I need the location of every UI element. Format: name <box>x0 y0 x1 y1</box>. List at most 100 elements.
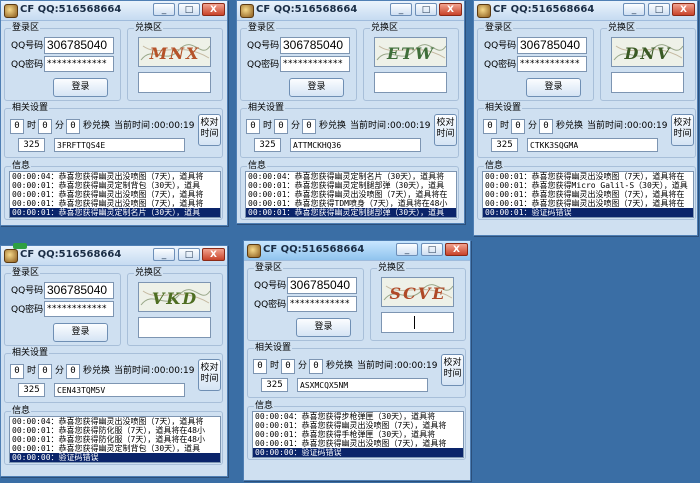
title-bar[interactable]: CF QQ:516568664 _ □ X <box>1 1 227 21</box>
log-line[interactable]: 00:00:04：恭喜您获得幽灵定制名片（30天），道具将 <box>246 172 456 181</box>
info-log[interactable]: 00:00:04：恭喜您获得幽灵出没喷图（7天），道具将 00:00:01：恭喜您… <box>9 416 221 463</box>
minute-input[interactable]: 0 <box>274 119 288 134</box>
minute-input[interactable]: 0 <box>38 364 52 379</box>
maximize-button[interactable]: □ <box>178 3 200 16</box>
log-line[interactable]: 00:00:01：恭喜您获得幽灵定制背包（30天），道具 <box>10 181 220 190</box>
captcha-input[interactable] <box>374 72 447 93</box>
log-line[interactable]: 00:00:01：恭喜您获得幽灵出没喷图（7天），道具将 <box>253 439 463 448</box>
close-button[interactable]: X <box>202 3 225 16</box>
info-log[interactable]: 00:00:04：恭喜您获得幽灵出没喷图（7天），道具将 00:00:01：恭喜您… <box>9 171 221 218</box>
minute-input[interactable]: 0 <box>281 359 295 374</box>
code-input[interactable]: CEN43TQM5V <box>54 383 185 397</box>
captcha-input[interactable] <box>381 312 454 333</box>
counter-input[interactable]: 325 <box>18 138 45 152</box>
log-line[interactable]: 00:00:01：恭喜您获得幽灵出没喷图（7天），道具将 <box>10 199 220 208</box>
maximize-button[interactable]: □ <box>648 3 670 16</box>
sync-time-button[interactable]: 校对时间 <box>671 114 694 146</box>
minimize-button[interactable]: _ <box>390 3 412 16</box>
log-line[interactable]: 00:00:01：恭喜您获得TDM喷身（7天），道具将在48小 <box>246 199 456 208</box>
log-line[interactable]: 00:00:01：恭喜您获得幽灵定制名片（30天），道具 <box>10 208 220 217</box>
second-input[interactable]: 0 <box>66 364 80 379</box>
second-input[interactable]: 0 <box>539 119 553 134</box>
code-input[interactable]: ASXMCQX5NM <box>297 378 428 392</box>
log-line[interactable]: 00:00:01：恭喜您获得幽灵定制背包（30天），道具 <box>10 444 220 453</box>
log-line[interactable]: 00:00:04：恭喜您获得步枪弹匣（30天），道具将 <box>253 412 463 421</box>
close-button[interactable]: X <box>672 3 695 16</box>
minimize-button[interactable]: _ <box>153 248 175 261</box>
minute-input[interactable]: 0 <box>38 119 52 134</box>
sync-time-button[interactable]: 校对时间 <box>434 114 457 146</box>
sync-time-button[interactable]: 校对时间 <box>441 354 464 386</box>
log-line[interactable]: 00:00:01：恭喜您获得幽灵出没喷图（7天），道具将 <box>253 421 463 430</box>
log-line[interactable]: 00:00:01：恭喜您获得幽灵定制腿部弹（30天），道具 <box>246 208 456 217</box>
log-line[interactable]: 00:00:01：恭喜您获得防化服（7天），道具将在48小 <box>10 426 220 435</box>
sync-time-button[interactable]: 校对时间 <box>198 359 221 391</box>
login-button[interactable]: 登录 <box>526 78 581 97</box>
log-line[interactable]: 00:00:00：验证码错误 <box>10 453 220 462</box>
second-input[interactable]: 0 <box>302 119 316 134</box>
qq-password-input[interactable]: ************ <box>287 296 357 312</box>
title-bar[interactable]: CF QQ:516568664 _ □ X <box>474 1 697 21</box>
log-line[interactable]: 00:00:04：恭喜您获得幽灵出没喷图（7天），道具将 <box>10 172 220 181</box>
qq-number-input[interactable]: 306785040 <box>44 282 114 299</box>
maximize-button[interactable]: □ <box>178 248 200 261</box>
title-bar[interactable]: CF QQ:516568664 _ □ X <box>1 246 227 266</box>
hour-input[interactable]: 0 <box>10 119 24 134</box>
code-input[interactable]: 3FRFTTQS4E <box>54 138 185 152</box>
close-button[interactable]: X <box>202 248 225 261</box>
hour-input[interactable]: 0 <box>253 359 267 374</box>
counter-input[interactable]: 325 <box>18 383 45 397</box>
minute-input[interactable]: 0 <box>511 119 525 134</box>
minimize-button[interactable]: _ <box>623 3 645 16</box>
log-line[interactable]: 00:00:01：恭喜您获得幽灵定制腿部弹（30天），道具 <box>246 181 456 190</box>
login-button[interactable]: 登录 <box>53 78 108 97</box>
log-line[interactable]: 00:00:01：恭喜您获得幽灵出没喷图（7天），道具将 <box>10 190 220 199</box>
second-input[interactable]: 0 <box>66 119 80 134</box>
counter-input[interactable]: 325 <box>254 138 281 152</box>
log-line[interactable]: 00:00:00：验证码错误 <box>253 448 463 457</box>
login-button[interactable]: 登录 <box>289 78 344 97</box>
maximize-button[interactable]: □ <box>415 3 437 16</box>
log-line[interactable]: 00:00:01：恭喜您获得Micro Galil-S（30天），道具 <box>483 181 693 190</box>
sync-time-button[interactable]: 校对时间 <box>198 114 221 146</box>
qq-password-input[interactable]: ************ <box>280 56 350 72</box>
info-log[interactable]: 00:00:04：恭喜您获得步枪弹匣（30天），道具将 00:00:01：恭喜您获… <box>252 411 464 458</box>
log-line[interactable]: 00:00:01：验证码错误 <box>483 208 693 217</box>
second-input[interactable]: 0 <box>309 359 323 374</box>
minimize-button[interactable]: _ <box>396 243 418 256</box>
login-button[interactable]: 登录 <box>296 318 351 337</box>
qq-password-input[interactable]: ************ <box>44 301 114 317</box>
counter-input[interactable]: 325 <box>491 138 518 152</box>
info-log[interactable]: 00:00:01：恭喜您获得幽灵出没喷图（7天），道具将在 00:00:01：恭喜… <box>482 171 694 218</box>
code-input[interactable]: CTKK3SQGMA <box>527 138 658 152</box>
title-bar[interactable]: CF QQ:516568664 _ □ X <box>244 241 470 261</box>
captcha-input[interactable] <box>138 317 211 338</box>
hour-input[interactable]: 0 <box>246 119 260 134</box>
qq-password-input[interactable]: ************ <box>517 56 587 72</box>
minimize-button[interactable]: _ <box>153 3 175 16</box>
log-line[interactable]: 00:00:01：恭喜您获得手枪弹匣（30天），道具将 <box>253 430 463 439</box>
hour-input[interactable]: 0 <box>10 364 24 379</box>
maximize-button[interactable]: □ <box>421 243 443 256</box>
close-button[interactable]: X <box>439 3 462 16</box>
qq-number-input[interactable]: 306785040 <box>280 37 350 54</box>
log-line[interactable]: 00:00:04：恭喜您获得幽灵出没喷图（7天），道具将 <box>10 417 220 426</box>
code-input[interactable]: ATTMCKHQ36 <box>290 138 421 152</box>
hour-input[interactable]: 0 <box>483 119 497 134</box>
log-line[interactable]: 00:00:01：恭喜您获得防化服（7天），道具将在48小 <box>10 435 220 444</box>
title-bar[interactable]: CF QQ:516568664 _ □ X <box>237 1 464 21</box>
close-button[interactable]: X <box>445 243 468 256</box>
log-line[interactable]: 00:00:01：恭喜您获得幽灵出没喷图（7天），道具将在 <box>483 190 693 199</box>
counter-input[interactable]: 325 <box>261 378 288 392</box>
captcha-input[interactable] <box>611 72 684 93</box>
info-log[interactable]: 00:00:04：恭喜您获得幽灵定制名片（30天），道具将 00:00:01：恭喜… <box>245 171 457 218</box>
qq-number-input[interactable]: 306785040 <box>517 37 587 54</box>
qq-number-input[interactable]: 306785040 <box>44 37 114 54</box>
log-line[interactable]: 00:00:01：恭喜您获得幽灵出没喷图（7天），道具将在 <box>246 190 456 199</box>
log-line[interactable]: 00:00:01：恭喜您获得幽灵出没喷图（7天），道具将在 <box>483 172 693 181</box>
log-line[interactable]: 00:00:01：恭喜您获得幽灵出没喷图（7天），道具将在 <box>483 199 693 208</box>
qq-password-input[interactable]: ************ <box>44 56 114 72</box>
login-button[interactable]: 登录 <box>53 323 108 342</box>
qq-number-input[interactable]: 306785040 <box>287 277 357 294</box>
captcha-input[interactable] <box>138 72 211 93</box>
